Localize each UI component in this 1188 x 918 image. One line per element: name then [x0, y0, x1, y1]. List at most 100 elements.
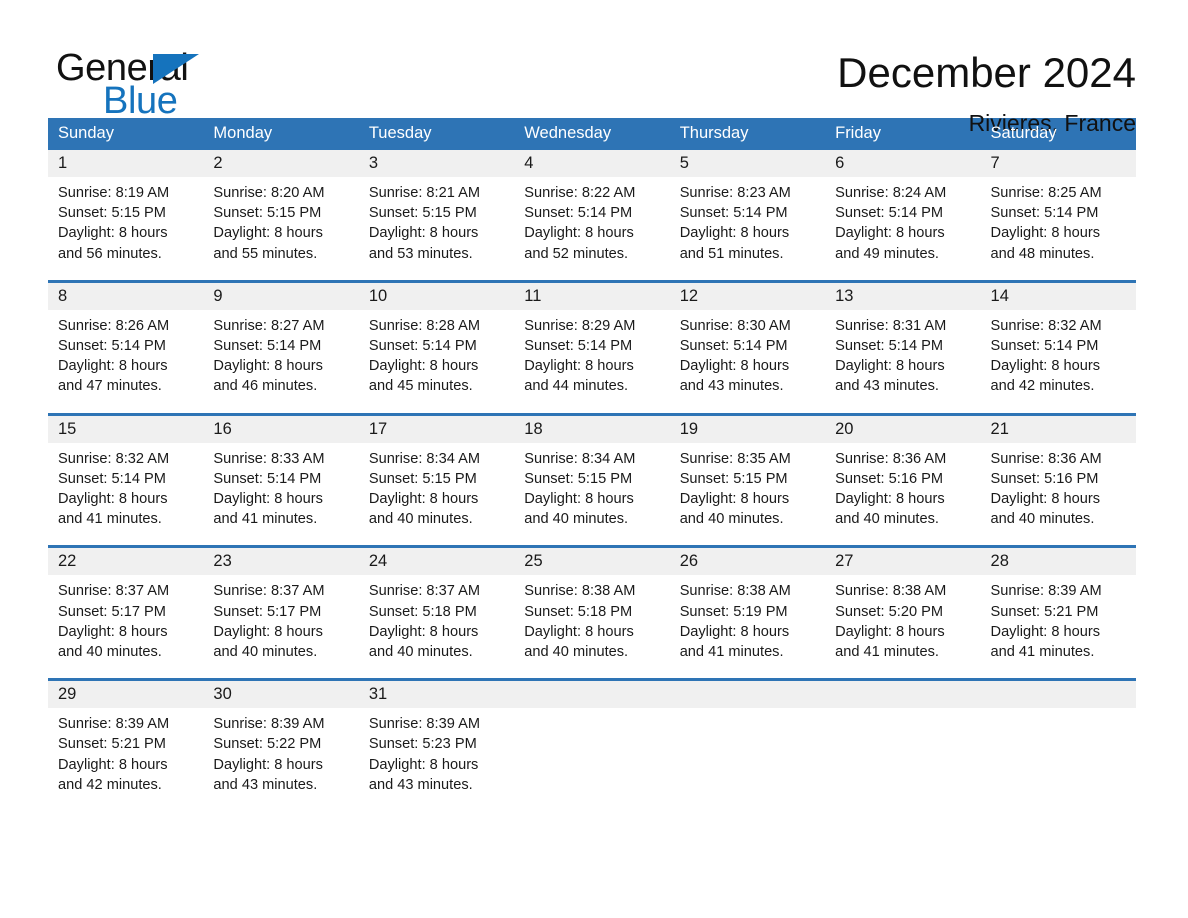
sunrise-text: Sunrise: 8:29 AM — [524, 317, 636, 334]
day-number[interactable]: 14 — [980, 282, 1136, 310]
day-cell[interactable]: Sunrise: 8:29 AM Sunset: 5:14 PM Dayligh… — [514, 309, 670, 413]
day-number[interactable]: 10 — [358, 282, 515, 310]
day-cell[interactable]: Sunrise: 8:36 AM Sunset: 5:16 PM Dayligh… — [980, 442, 1136, 546]
day-number[interactable]: 8 — [48, 282, 204, 310]
sunset-text: Sunset: 5:15 PM — [213, 205, 322, 222]
day-cell[interactable]: Sunrise: 8:39 AM Sunset: 5:23 PM Dayligh… — [358, 708, 515, 812]
day-number[interactable]: 18 — [514, 415, 670, 443]
daylight-text-cont: and 41 minutes. — [58, 511, 162, 528]
day-cell[interactable]: Sunrise: 8:24 AM Sunset: 5:14 PM Dayligh… — [825, 177, 981, 280]
daylight-text: Daylight: 8 hours — [213, 756, 323, 773]
day-cell[interactable]: Sunrise: 8:32 AM Sunset: 5:14 PM Dayligh… — [48, 442, 204, 546]
daylight-text: Daylight: 8 hours — [58, 358, 168, 375]
sunrise-text: Sunrise: 8:38 AM — [835, 583, 947, 600]
day-number[interactable]: 17 — [358, 415, 515, 443]
day-number[interactable]: 31 — [358, 681, 515, 709]
day-cell[interactable]: Sunrise: 8:36 AM Sunset: 5:16 PM Dayligh… — [825, 442, 981, 546]
sunrise-text: Sunrise: 8:37 AM — [368, 583, 480, 600]
sunset-text: Sunset: 5:15 PM — [368, 470, 477, 487]
sunset-text: Sunset: 5:14 PM — [213, 338, 322, 355]
generalblue-logo[interactable]: General Blue — [56, 46, 286, 122]
week-details-row: Sunrise: 8:26 AM Sunset: 5:14 PM Dayligh… — [48, 309, 1136, 413]
sunrise-text: Sunrise: 8:26 AM — [58, 317, 170, 334]
daylight-text: Daylight: 8 hours — [524, 491, 634, 508]
sunrise-text: Sunrise: 8:31 AM — [835, 317, 947, 334]
day-number[interactable]: 16 — [203, 415, 359, 443]
day-number[interactable]: 2 — [203, 150, 359, 177]
day-cell[interactable]: Sunrise: 8:26 AM Sunset: 5:14 PM Dayligh… — [48, 309, 204, 413]
day-number[interactable]: 5 — [669, 150, 826, 177]
daylight-text-cont: and 41 minutes. — [990, 644, 1095, 661]
sunset-text: Sunset: 5:16 PM — [990, 470, 1099, 487]
daylight-text: Daylight: 8 hours — [524, 623, 634, 640]
daylight-text: Daylight: 8 hours — [990, 358, 1101, 375]
day-number[interactable]: 6 — [825, 150, 981, 177]
day-number[interactable]: 27 — [825, 548, 981, 576]
daylight-text: Daylight: 8 hours — [990, 225, 1101, 242]
sunrise-text: Sunrise: 8:27 AM — [213, 317, 325, 334]
day-cell[interactable]: Sunrise: 8:22 AM Sunset: 5:14 PM Dayligh… — [514, 177, 670, 280]
day-number[interactable]: 22 — [48, 548, 204, 576]
day-cell[interactable]: Sunrise: 8:30 AM Sunset: 5:14 PM Dayligh… — [669, 309, 826, 413]
sunset-text: Sunset: 5:19 PM — [679, 603, 788, 620]
day-number[interactable]: 30 — [203, 681, 359, 709]
week-details-row: Sunrise: 8:37 AM Sunset: 5:17 PM Dayligh… — [48, 575, 1136, 679]
sunrise-text: Sunrise: 8:37 AM — [213, 583, 325, 600]
day-cell[interactable]: Sunrise: 8:37 AM Sunset: 5:17 PM Dayligh… — [48, 575, 204, 679]
day-cell[interactable]: Sunrise: 8:38 AM Sunset: 5:20 PM Dayligh… — [825, 575, 981, 679]
sunset-text: Sunset: 5:18 PM — [524, 603, 633, 620]
day-cell[interactable]: Sunrise: 8:19 AM Sunset: 5:15 PM Dayligh… — [48, 177, 204, 280]
day-number[interactable]: 24 — [358, 548, 515, 576]
sunrise-text: Sunrise: 8:30 AM — [679, 317, 791, 334]
day-number[interactable]: 1 — [48, 150, 204, 177]
day-cell[interactable]: Sunrise: 8:28 AM Sunset: 5:14 PM Dayligh… — [358, 309, 515, 413]
daylight-text-cont: and 40 minutes. — [368, 511, 473, 528]
day-number[interactable]: 11 — [514, 282, 670, 310]
day-number[interactable]: 21 — [980, 415, 1136, 443]
daylight-text-cont: and 43 minutes. — [213, 776, 318, 793]
daylight-text: Daylight: 8 hours — [213, 623, 323, 640]
sunrise-text: Sunrise: 8:38 AM — [524, 583, 636, 600]
day-cell[interactable]: Sunrise: 8:25 AM Sunset: 5:14 PM Dayligh… — [980, 177, 1136, 280]
day-cell[interactable]: Sunrise: 8:39 AM Sunset: 5:22 PM Dayligh… — [203, 708, 359, 812]
day-cell[interactable]: Sunrise: 8:23 AM Sunset: 5:14 PM Dayligh… — [669, 177, 826, 280]
sunset-text: Sunset: 5:20 PM — [835, 603, 944, 620]
day-cell[interactable]: Sunrise: 8:37 AM Sunset: 5:17 PM Dayligh… — [203, 575, 359, 679]
day-number[interactable]: 3 — [358, 150, 515, 177]
day-number[interactable]: 20 — [825, 415, 981, 443]
day-number[interactable]: 26 — [669, 548, 826, 576]
calendar-container: Sunday Monday Tuesday Wednesday Thursday… — [48, 118, 1136, 812]
day-cell[interactable]: Sunrise: 8:34 AM Sunset: 5:15 PM Dayligh… — [514, 442, 670, 546]
sunset-text: Sunset: 5:14 PM — [368, 338, 477, 355]
day-cell[interactable]: Sunrise: 8:38 AM Sunset: 5:19 PM Dayligh… — [669, 575, 826, 679]
day-cell[interactable]: Sunrise: 8:33 AM Sunset: 5:14 PM Dayligh… — [203, 442, 359, 546]
day-number[interactable]: 4 — [514, 150, 670, 177]
day-number[interactable]: 29 — [48, 681, 204, 709]
day-number[interactable]: 23 — [203, 548, 359, 576]
daylight-text: Daylight: 8 hours — [368, 756, 479, 773]
day-cell[interactable]: Sunrise: 8:31 AM Sunset: 5:14 PM Dayligh… — [825, 309, 981, 413]
page-title: December 2024 — [837, 49, 1136, 96]
sunrise-text: Sunrise: 8:19 AM — [58, 185, 170, 201]
day-number[interactable]: 28 — [980, 548, 1136, 576]
day-cell[interactable]: Sunrise: 8:39 AM Sunset: 5:21 PM Dayligh… — [48, 708, 204, 812]
day-number[interactable]: 7 — [980, 150, 1136, 177]
day-number[interactable]: 15 — [48, 415, 204, 443]
day-cell[interactable]: Sunrise: 8:37 AM Sunset: 5:18 PM Dayligh… — [358, 575, 515, 679]
day-number[interactable]: 9 — [203, 282, 359, 310]
day-cell[interactable]: Sunrise: 8:34 AM Sunset: 5:15 PM Dayligh… — [358, 442, 515, 546]
day-cell[interactable]: Sunrise: 8:32 AM Sunset: 5:14 PM Dayligh… — [980, 309, 1136, 413]
day-cell[interactable]: Sunrise: 8:39 AM Sunset: 5:21 PM Dayligh… — [980, 575, 1136, 679]
day-cell[interactable]: Sunrise: 8:38 AM Sunset: 5:18 PM Dayligh… — [514, 575, 670, 679]
day-cell[interactable]: Sunrise: 8:35 AM Sunset: 5:15 PM Dayligh… — [669, 442, 826, 546]
day-cell[interactable]: Sunrise: 8:21 AM Sunset: 5:15 PM Dayligh… — [358, 177, 515, 280]
daylight-text-cont: and 51 minutes. — [679, 245, 784, 262]
day-number[interactable]: 25 — [514, 548, 670, 576]
daylight-text: Daylight: 8 hours — [679, 491, 790, 508]
day-number[interactable]: 12 — [669, 282, 826, 310]
day-number[interactable]: 13 — [825, 282, 981, 310]
daylight-text-cont: and 40 minutes. — [835, 511, 939, 528]
day-cell[interactable]: Sunrise: 8:20 AM Sunset: 5:15 PM Dayligh… — [203, 177, 359, 280]
day-number[interactable]: 19 — [669, 415, 826, 443]
day-cell[interactable]: Sunrise: 8:27 AM Sunset: 5:14 PM Dayligh… — [203, 309, 359, 413]
